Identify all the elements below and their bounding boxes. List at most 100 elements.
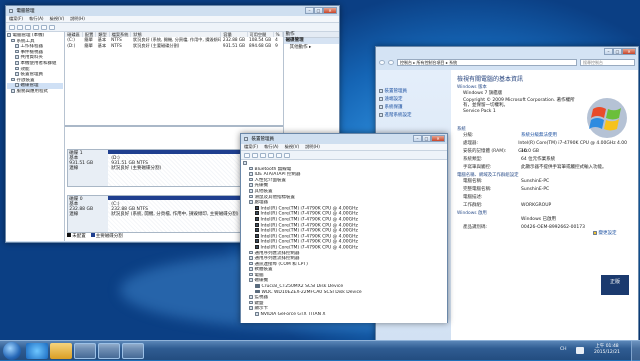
device-node-label: 通用序列匯流排控制器 (254, 250, 300, 256)
device-category-icon (249, 166, 253, 171)
help-icon[interactable] (41, 24, 47, 30)
actions-more-label: 其他動作 (289, 45, 308, 50)
dev-show-hide-icon[interactable] (260, 152, 266, 158)
search-input[interactable]: 搜尋控制台 (580, 59, 635, 66)
dev-menu-action[interactable]: 執行(A) (264, 144, 279, 150)
dev-menu-help[interactable]: 說明(H) (305, 144, 320, 150)
close-button[interactable]: ✕ (323, 7, 337, 14)
menu-action[interactable]: 執行(A) (29, 16, 44, 22)
device-manager-window: 裝置管理員 – □ ✕ 檔案(F) 執行(A) 檢視(V) 說明(H) Bluetooth… (240, 133, 448, 323)
legend-item: 主要磁碟分割 (90, 233, 123, 239)
taskbar-ie-icon[interactable] (26, 343, 48, 359)
info-value[interactable]: 系統分級無法使用 (521, 132, 557, 140)
info-row: 手寫筆與觸控: 此顯示器不提供手寫筆或觸控式輸入功能。 (463, 164, 632, 172)
clock[interactable]: 上午 01:48 2015/12/21 (594, 344, 620, 356)
sidebar-link-label: 遠端設定 (384, 97, 403, 102)
disk-drive-icon (255, 284, 260, 288)
dev-properties-icon[interactable] (268, 152, 274, 158)
table-row[interactable]: (D:) 簡單 基本 NTFS 狀況良好 (主要磁碟分割) 931.51 GB 894.68… (65, 43, 282, 48)
tree-item-label: 工作排程器 (20, 44, 44, 50)
tree-item-icon (15, 72, 19, 76)
shield-icon (379, 104, 383, 109)
tree-item-icon (15, 60, 19, 65)
table-cell: 狀況良好 (主要磁碟分割) (132, 42, 180, 48)
properties-icon[interactable] (33, 24, 39, 30)
system-minimize-button[interactable]: – (604, 48, 613, 55)
dev-close-button[interactable]: ✕ (431, 135, 445, 142)
menu-file[interactable]: 檔案(F) (9, 16, 23, 22)
tree-item[interactable]: 服務與應用程式 (7, 88, 63, 95)
computer-management-icon (9, 9, 13, 13)
windows-logo-icon (587, 98, 627, 138)
minimize-button[interactable]: – (305, 7, 314, 14)
device-category-icon (249, 194, 253, 199)
window-title: 電腦管理 (16, 9, 35, 14)
device-node[interactable]: NVIDIA GeForce GTX TITAN X (243, 312, 445, 318)
dev-scan-icon[interactable] (284, 152, 290, 158)
dev-minimize-button[interactable]: – (413, 135, 422, 142)
dev-forward-icon[interactable] (252, 152, 258, 158)
maximize-button[interactable]: □ (314, 7, 323, 14)
sidebar-link[interactable]: 系統保護 (379, 104, 448, 112)
device-node-label: 鍵盤 (254, 300, 264, 306)
genuine-badge: 正版 (601, 275, 629, 295)
tree-item-icon (7, 33, 11, 37)
nav-back-icon[interactable] (379, 60, 385, 65)
dev-menu-view[interactable]: 檢視(V) (285, 144, 300, 150)
taskbar-explorer-icon[interactable] (50, 343, 72, 359)
device-node-label: 磁碟機 (254, 278, 269, 284)
processor-icon (255, 233, 259, 238)
device-node-label: Intel(R) Core(TM) i7-4790K CPU @ 4.00GHz (260, 228, 358, 234)
taskbar-computer-management-icon[interactable] (74, 343, 96, 359)
language-indicator[interactable]: CH (560, 347, 567, 352)
computer-icon (243, 161, 247, 165)
nav-forward-icon[interactable] (388, 60, 394, 65)
up-icon[interactable] (25, 24, 31, 30)
device-category-icon (249, 272, 253, 277)
menu-bar: 檔案(F) 執行(A) 檢視(V) 說明(H) (6, 16, 339, 23)
device-node-label: 其他裝置 (254, 189, 273, 195)
dev-maximize-button[interactable]: □ (422, 135, 431, 142)
shield-icon (593, 230, 597, 235)
device-category-icon (249, 183, 253, 187)
dev-back-icon[interactable] (244, 152, 250, 158)
address-bar[interactable]: 控制台 ▸ 所有控制台項目 ▸ 系統 (397, 59, 577, 66)
show-desktop-button[interactable] (631, 341, 640, 361)
info-label: 安裝的記憶體 (RAM): (463, 149, 507, 154)
tree-item-label: 本機使用者和群組 (20, 61, 57, 67)
tree-item-label: 存放裝置 (16, 77, 35, 83)
menu-view[interactable]: 檢視(V) (50, 16, 65, 22)
legend-label: 主要磁碟分割 (95, 234, 123, 239)
dev-help-icon[interactable] (276, 152, 282, 158)
sidebar-link[interactable]: 進階系統設定 (379, 112, 448, 120)
device-category-icon (249, 200, 253, 204)
device-node-label: Crucial_CT250MX2 SCSI Disk Device (261, 284, 344, 290)
tree-item-icon (15, 83, 19, 87)
info-value: SunshinE-PC (521, 179, 550, 184)
tree-item-icon (15, 49, 19, 54)
system-tray-icon[interactable] (576, 347, 584, 354)
forward-icon[interactable] (17, 24, 23, 30)
system-maximize-button[interactable]: □ (613, 48, 622, 55)
dev-menu-file[interactable]: 檔案(F) (244, 144, 258, 150)
system-close-button[interactable]: ✕ (622, 48, 636, 55)
tree-item-label: 磁碟管理 (20, 83, 39, 89)
taskbar-system-icon[interactable] (122, 343, 144, 359)
back-icon[interactable] (9, 24, 15, 30)
refresh-icon[interactable] (49, 24, 55, 30)
tree-item[interactable]: 本機使用者和群組 (7, 60, 63, 67)
info-value: Intel(R) Core(TM) i7-4790K CPU @ 4.00GHz… (518, 141, 628, 154)
disk-drive-icon (255, 289, 260, 294)
device-node-label: NVIDIA GeForce GTX TITAN X (260, 312, 326, 318)
start-button[interactable] (3, 342, 21, 360)
shield-icon (379, 88, 383, 93)
sidebar-link[interactable]: 遠端設定 (379, 96, 448, 104)
device-node-label: 處理器 (254, 200, 269, 206)
menu-help[interactable]: 說明(H) (70, 16, 85, 22)
info-value: 64 位元作業系統 (521, 157, 556, 162)
actions-more[interactable]: 其他動作 ▸ (284, 44, 339, 51)
sidebar-link[interactable]: 裝置管理員 (379, 88, 448, 96)
taskbar-device-manager-icon[interactable] (98, 343, 120, 359)
tree-item-icon (15, 66, 19, 71)
change-settings-link[interactable]: 變更設定 (593, 230, 617, 236)
